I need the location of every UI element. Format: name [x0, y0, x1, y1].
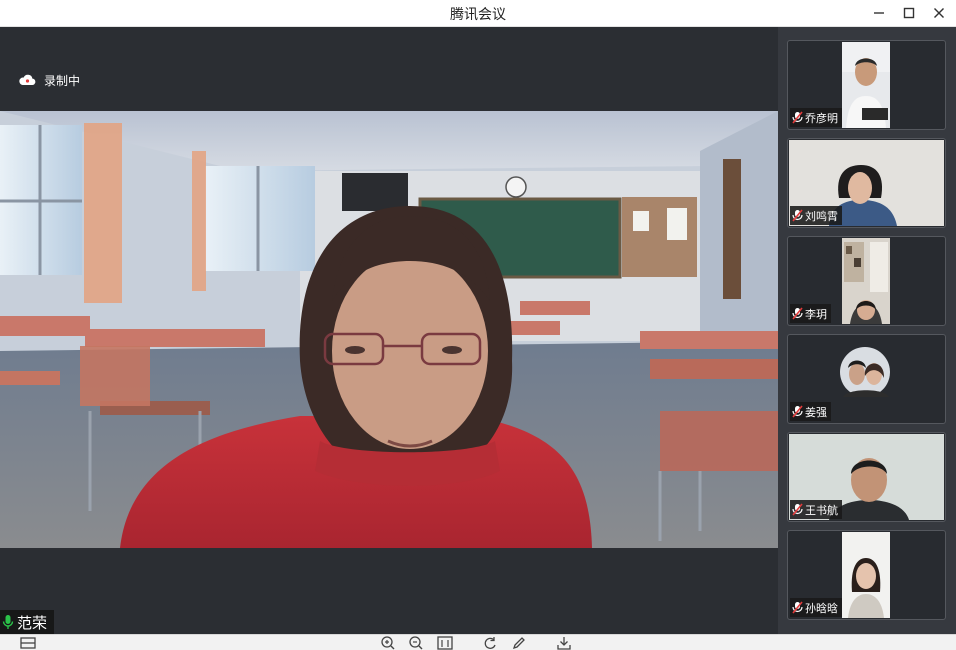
rotate-button[interactable] — [480, 635, 500, 650]
pen-icon — [512, 637, 525, 650]
mic-muted-icon — [792, 503, 803, 516]
minimize-button[interactable] — [864, 0, 894, 27]
zoom-in-icon — [381, 636, 395, 650]
participant-tile[interactable]: 乔彦明 — [787, 40, 946, 130]
participant-tile[interactable]: 孙晗晗 — [787, 530, 946, 620]
speaker-name: 范荣 — [17, 613, 48, 632]
main-video[interactable] — [0, 111, 778, 548]
main-stage: 录制中 范荣 — [0, 27, 778, 634]
mic-muted-icon — [792, 307, 803, 320]
speaker-name-tag: 范荣 — [0, 610, 55, 634]
mic-muted-icon — [792, 405, 803, 418]
classroom-background — [0, 111, 778, 548]
title-bar: 腾讯会议 — [0, 0, 956, 27]
minimize-icon — [874, 12, 884, 14]
participant-tile[interactable]: 刘鸣霄 — [787, 138, 946, 228]
mic-icon — [2, 615, 14, 629]
participant-name: 孙晗晗 — [805, 601, 838, 615]
mic-muted-icon — [792, 111, 803, 124]
participant-panel: 乔彦明 刘鸣霄 李玥 姜强 王书航 孙晗晗 — [778, 27, 956, 634]
participant-video — [842, 42, 890, 128]
zoom-in-button[interactable] — [378, 635, 398, 650]
participant-name: 王书航 — [805, 503, 838, 517]
mic-muted-icon — [792, 209, 803, 222]
layout-icon — [20, 637, 36, 649]
participant-name-tag: 乔彦明 — [790, 108, 842, 127]
close-button[interactable] — [924, 0, 954, 27]
participant-tile[interactable]: 李玥 — [787, 236, 946, 326]
participant-name-tag: 李玥 — [790, 304, 831, 323]
cloud-record-icon — [19, 74, 36, 86]
download-button[interactable] — [554, 635, 574, 650]
maximize-icon — [903, 7, 915, 19]
window-title: 腾讯会议 — [450, 7, 506, 23]
participant-tile[interactable]: 姜强 — [787, 334, 946, 424]
fit-page-icon — [437, 636, 453, 650]
participant-name: 姜强 — [805, 405, 827, 419]
recording-label: 录制中 — [44, 73, 81, 88]
participant-name-tag: 王书航 — [790, 500, 842, 519]
participant-name-tag: 孙晗晗 — [790, 598, 842, 617]
annotate-button[interactable] — [509, 635, 529, 650]
participant-video — [842, 532, 890, 618]
close-icon — [934, 8, 944, 18]
participant-name: 李玥 — [805, 307, 827, 321]
layout-button[interactable] — [18, 635, 38, 650]
participant-name: 乔彦明 — [805, 111, 838, 125]
recording-indicator[interactable]: 录制中 — [18, 72, 80, 88]
participant-name-tag: 姜强 — [790, 402, 831, 421]
maximize-button[interactable] — [894, 0, 924, 27]
download-icon — [557, 637, 571, 650]
mic-muted-icon — [792, 601, 803, 614]
participant-video — [842, 238, 890, 324]
fit-page-button[interactable] — [435, 635, 455, 650]
participant-tile[interactable]: 王书航 — [787, 432, 946, 522]
participant-name: 刘鸣霄 — [805, 209, 838, 223]
participant-name-tag: 刘鸣霄 — [790, 206, 842, 225]
zoom-out-icon — [409, 636, 423, 650]
rotate-icon — [484, 637, 496, 649]
bottom-toolbar — [0, 634, 956, 650]
zoom-out-button[interactable] — [406, 635, 426, 650]
